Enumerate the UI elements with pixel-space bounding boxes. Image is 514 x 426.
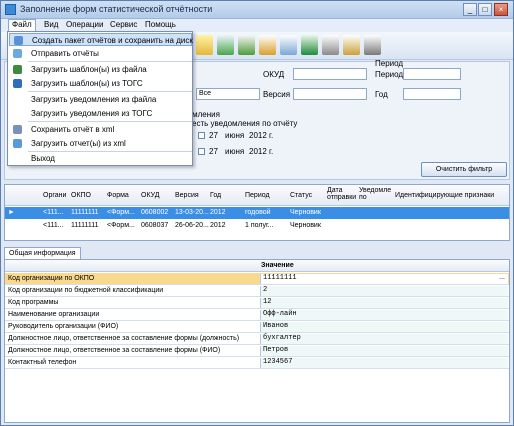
- maximize-button[interactable]: □: [478, 3, 492, 16]
- date2-checkbox[interactable]: [198, 148, 205, 155]
- menu-item-load-templates-togs[interactable]: Загрузить шаблон(ы) из ТОГС: [9, 77, 192, 90]
- col-sent-date[interactable]: Дата отправки: [327, 187, 356, 201]
- edit-icon[interactable]: [196, 35, 213, 55]
- period-group-label: Период: [375, 59, 404, 68]
- prop-row[interactable]: Код организации по бюджетной классификац…: [5, 285, 509, 297]
- properties-grid: Значение Код организации по ОКПО 11111111…: [4, 259, 510, 423]
- menu-view[interactable]: Вид: [41, 20, 61, 29]
- col-status[interactable]: Статус: [290, 192, 312, 199]
- check-report-icon[interactable]: [238, 35, 255, 55]
- menu-item-load-notif-file[interactable]: Загрузить уведомления из файла: [9, 93, 192, 106]
- menu-item-save-xml[interactable]: Сохранить отчёт в xml: [9, 123, 192, 136]
- menu-operations[interactable]: Операции: [63, 20, 106, 29]
- package-icon: [14, 36, 23, 45]
- ellipsis-button[interactable]: ...: [499, 274, 505, 281]
- col-form[interactable]: Форма: [107, 192, 129, 199]
- tab-strip: Общая информация: [4, 247, 510, 259]
- year-label: Год: [375, 90, 388, 99]
- all-select[interactable]: Все: [196, 88, 260, 100]
- excel-export-icon[interactable]: [301, 35, 318, 55]
- col-okud[interactable]: ОКУД: [141, 192, 159, 199]
- prop-row[interactable]: Должностное лицо, ответственное за соста…: [5, 345, 509, 357]
- version-label: Версия: [263, 90, 291, 99]
- prop-row[interactable]: Код программы 12: [5, 297, 509, 309]
- settings-report-icon[interactable]: [343, 35, 360, 55]
- title-bar: Заполнение форм статистической отчётност…: [1, 1, 513, 19]
- date1-month[interactable]: июня: [225, 131, 244, 140]
- col-identifiers[interactable]: Идентифицирующие признаки: [395, 192, 494, 199]
- col-year[interactable]: Год: [210, 192, 221, 199]
- period-select[interactable]: [403, 68, 461, 80]
- close-button[interactable]: ×: [494, 3, 508, 16]
- date2-month[interactable]: июня: [225, 147, 244, 156]
- col-org[interactable]: Органи: [43, 192, 66, 199]
- template-togs-icon: [13, 79, 22, 88]
- window-title: Заполнение форм статистической отчётност…: [20, 4, 213, 14]
- prop-row[interactable]: Наименование организации Офф-лайн: [5, 309, 509, 321]
- okud-input[interactable]: [293, 68, 367, 80]
- col-period[interactable]: Период: [245, 192, 270, 199]
- add-report-icon[interactable]: [217, 35, 234, 55]
- date2-day[interactable]: 27: [209, 147, 218, 156]
- clear-filter-button[interactable]: Очистить фильтр: [421, 162, 507, 177]
- template-icon: [13, 65, 22, 74]
- tab-general-info[interactable]: Общая информация: [4, 247, 81, 259]
- menu-item-load-templates-file[interactable]: Загрузить шаблон(ы) из файла: [9, 63, 192, 76]
- prop-row[interactable]: Контактный телефон 1234567: [5, 357, 509, 369]
- date2-year[interactable]: 2012 г.: [249, 147, 273, 156]
- col-notif[interactable]: Уведомле по: [359, 187, 391, 201]
- notif-exists-label: есть уведомления по отчёту: [192, 119, 298, 128]
- menu-help[interactable]: Помощь: [142, 20, 179, 29]
- date1-checkbox[interactable]: [198, 132, 205, 139]
- main-window: Заполнение форм статистической отчётност…: [0, 0, 514, 426]
- load-xml-icon: [13, 139, 22, 148]
- reports-grid: Органи ОКПО Форма ОКУД Версия Год Период…: [4, 184, 510, 241]
- send-icon: [13, 49, 22, 58]
- table-row[interactable]: ► <111... 11111111 <Форм... 0608002 13-0…: [5, 207, 509, 219]
- file-menu-dropdown: Создать пакет отчётов и сохранить на дис…: [7, 31, 193, 166]
- okud-label: ОКУД: [263, 70, 285, 79]
- zip-send-icon[interactable]: [364, 35, 381, 55]
- save-xml-icon: [13, 125, 22, 134]
- zip-archive-icon[interactable]: [322, 35, 339, 55]
- version-input[interactable]: [293, 88, 367, 100]
- date1-day[interactable]: 27: [209, 131, 218, 140]
- period-label: Период: [375, 70, 404, 79]
- year-input[interactable]: [403, 88, 461, 100]
- app-icon: [5, 4, 16, 15]
- menu-item-load-xml[interactable]: Загрузить отчет(ы) из xml: [9, 137, 192, 150]
- menu-item-load-notif-togs[interactable]: Загрузить уведомления из ТОГС: [9, 107, 192, 120]
- menu-item-exit[interactable]: Выход: [9, 152, 192, 165]
- grid-header: Органи ОКПО Форма ОКУД Версия Год Период…: [5, 185, 509, 206]
- prop-row[interactable]: Должностное лицо, ответственное за соста…: [5, 333, 509, 345]
- col-version[interactable]: Версия: [175, 192, 199, 199]
- menu-item-send-reports[interactable]: Отправить отчёты: [9, 47, 192, 60]
- copy-report-icon[interactable]: [280, 35, 297, 55]
- print-report-icon[interactable]: [259, 35, 276, 55]
- minimize-button[interactable]: _: [463, 3, 477, 16]
- prop-row[interactable]: Руководитель организации (ФИО) Иванов: [5, 321, 509, 333]
- menu-item-create-package[interactable]: Создать пакет отчётов и сохранить на дис…: [9, 33, 193, 46]
- col-okpo[interactable]: ОКПО: [71, 192, 91, 199]
- date1-year[interactable]: 2012 г.: [249, 131, 273, 140]
- prop-row[interactable]: Код организации по ОКПО 11111111 ...: [5, 273, 509, 285]
- menu-service[interactable]: Сервис: [107, 20, 140, 29]
- props-header: Значение: [5, 260, 509, 272]
- value-header: Значение: [261, 262, 294, 269]
- table-row[interactable]: <111... 11111111 <Форм... 0608037 26-06-…: [5, 220, 509, 232]
